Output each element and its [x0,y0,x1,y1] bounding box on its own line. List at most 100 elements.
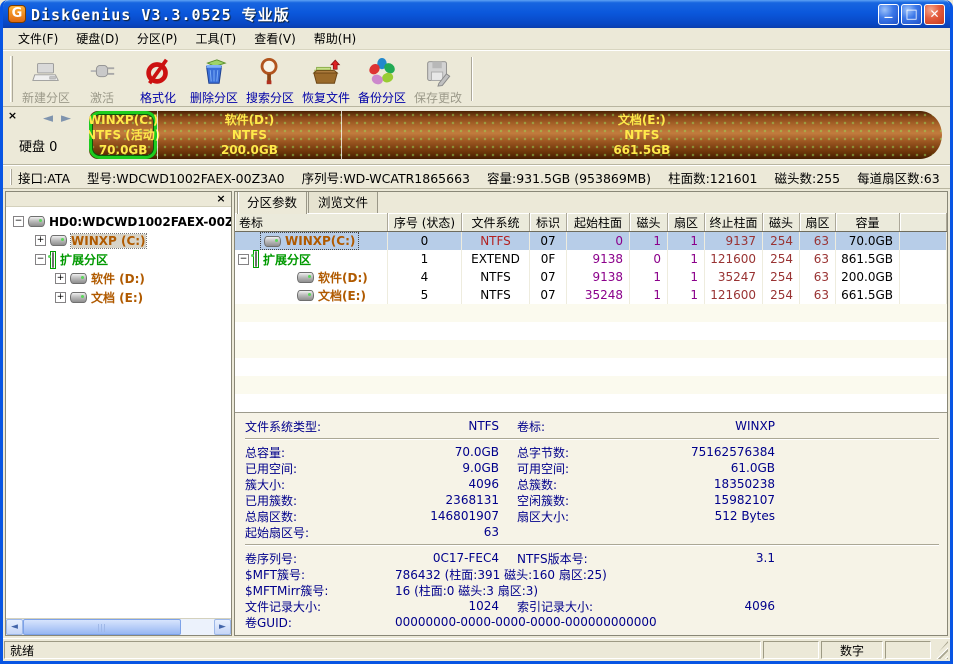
menu-partition[interactable]: 分区(P) [128,28,187,49]
toolbar-gripper[interactable] [10,56,13,102]
format-button[interactable]: 格式化 [130,53,186,105]
resize-grip[interactable] [933,641,948,659]
delete-partition-button[interactable]: 删除分区 [186,53,242,105]
partition-tree: HD0:WDCWD1002FAEX-00Z3A0 ( WINXP (C:) 扩展… [6,207,231,618]
recover-files-button[interactable]: 恢复文件 [298,53,354,105]
menu-help[interactable]: 帮助(H) [305,28,365,49]
tree-close-icon[interactable]: × [215,193,227,205]
detail-row: 总容量: 70.0GB 总字节数: 75162576384 [245,444,939,460]
tab-partition-params[interactable]: 分区参数 [237,191,307,214]
status-pane-1 [763,641,819,659]
col-filesystem[interactable]: 文件系统 [462,213,530,231]
tree-item-documents-e[interactable]: 文档 (E:) [6,288,231,307]
minimize-button[interactable] [878,4,899,25]
tab-browse-files[interactable]: 浏览文件 [308,191,378,213]
expand-icon[interactable] [55,273,66,284]
partition-icon [297,272,314,283]
main-area: × HD0:WDCWD1002FAEX-00Z3A0 ( WINXP (C:) … [3,189,950,638]
detail-row: 总扇区数: 146801907 扇区大小: 512 Bytes [245,508,939,524]
search-partition-button[interactable]: 搜索分区 [242,53,298,105]
detail-row: 起始扇区号: 63 [245,524,939,540]
prev-disk-arrow-icon[interactable]: ◄ [43,111,53,126]
partition-segment-d[interactable]: 软件(D:) NTFS 200.0GB [157,111,340,159]
disk-serial: 序列号:WD-WCATR1865663 [302,168,470,187]
content-panel: 分区参数 浏览文件 卷标 序号 (状态) 文件系统 标识 起始柱面 磁头 扇区 … [234,191,948,636]
scrollbar-thumb[interactable] [23,619,181,635]
tree-item-software-d[interactable]: 软件 (D:) [6,269,231,288]
menu-bar: 文件(F) 硬盘(D) 分区(P) 工具(T) 查看(V) 帮助(H) [3,28,950,50]
scroll-right-arrow-icon[interactable]: ► [214,619,231,635]
new-partition-button[interactable]: 新建分区 [18,53,74,105]
detail-row: 簇大小: 4096 总簇数: 18350238 [245,476,939,492]
detail-row: $MFT簇号: 786432 (柱面:391 磁头:160 扇区:25) [245,566,939,582]
col-start-head[interactable]: 磁头 [630,213,668,231]
disk-panel-close-icon[interactable]: × [6,110,19,123]
maximize-button[interactable] [901,4,922,25]
volume-label: 文档(E:) [318,287,366,304]
col-start-cylinder[interactable]: 起始柱面 [567,213,630,231]
activate-button[interactable]: 激活 [74,53,130,105]
close-button[interactable] [924,4,945,25]
expand-icon[interactable] [35,235,46,246]
tree-horizontal-scrollbar[interactable]: ◄ ► [6,618,231,635]
app-window: G DiskGenius V3.3.0525 专业版 文件(F) 硬盘(D) 分… [0,0,953,664]
new-partition-icon [31,57,61,90]
collapse-icon[interactable] [238,254,249,265]
tree-item-winxp-c[interactable]: WINXP (C:) [6,231,231,250]
partition-row-extended[interactable]: 扩展分区 1 EXTEND 0F 9138 0 1 121600 254 63 … [235,250,947,268]
backup-pie-icon [367,57,397,90]
toolbar-separator [471,57,473,101]
partition-row-software[interactable]: 软件(D:) 4 NTFS 07 9138 1 1 35247 254 63 2… [235,268,947,286]
disk-sectors-per-track: 每道扇区数:63 [857,168,940,187]
expand-icon[interactable] [55,292,66,303]
activate-plug-icon [87,57,117,90]
menu-view[interactable]: 查看(V) [245,28,305,49]
partition-name: WINXP(C:) [89,113,158,128]
menu-file[interactable]: 文件(F) [9,28,67,49]
partition-segment-c[interactable]: WINXP(C:) NTFS (活动) 70.0GB [89,111,157,159]
disk-capacity: 容量:931.5GB (953869MB) [487,168,651,187]
volume-label: 扩展分区 [263,251,311,268]
partition-size: 200.0GB [221,143,278,158]
infobar-gripper[interactable] [10,169,12,185]
detail-row: 文件系统类型: NTFS 卷标: WINXP [245,418,939,434]
menu-tools[interactable]: 工具(T) [187,28,246,49]
detail-row: 卷GUID: 00000000-0000-0000-0000-000000000… [245,614,939,630]
col-end-head[interactable]: 磁头 [763,213,800,231]
col-start-sector[interactable]: 扇区 [668,213,705,231]
col-volume[interactable]: 卷标 [235,213,388,231]
separator [245,544,939,546]
col-capacity[interactable]: 容量 [836,213,900,231]
disk-model: 型号:WDCWD1002FAEX-00Z3A0 [87,168,285,187]
col-id[interactable]: 标识 [530,213,567,231]
scrollbar-track[interactable] [23,619,214,635]
menu-disk[interactable]: 硬盘(D) [67,28,128,49]
tab-strip: 分区参数 浏览文件 [235,192,947,213]
tree-item-extended[interactable]: 扩展分区 [6,250,231,269]
volume-label: WINXP(C:) [285,234,355,248]
collapse-icon[interactable] [13,216,24,227]
next-disk-arrow-icon[interactable]: ► [61,111,71,126]
scroll-left-arrow-icon[interactable]: ◄ [6,619,23,635]
table-header: 卷标 序号 (状态) 文件系统 标识 起始柱面 磁头 扇区 终止柱面 磁头 扇区… [235,213,947,232]
save-changes-button[interactable]: 保存更改 [410,53,466,105]
partition-icon [50,235,67,246]
partition-segment-e[interactable]: 文档(E:) NTFS 661.5GB [341,111,942,159]
status-ready: 就绪 [4,641,761,659]
partition-size: 70.0GB [99,143,148,158]
backup-partition-button[interactable]: 备份分区 [354,53,410,105]
tree-header: × [6,192,231,207]
detail-row: 文件记录大小: 1024 索引记录大小: 4096 [245,598,939,614]
partition-row-winxp[interactable]: WINXP(C:) 0 NTFS 07 0 1 1 9137 254 63 70… [235,232,947,250]
disk-heads: 磁头数:255 [775,168,841,187]
disk-cylinders: 柱面数:121601 [668,168,757,187]
partition-row-documents[interactable]: 文档(E:) 5 NTFS 07 35248 1 1 121600 254 63… [235,286,947,304]
col-end-sector[interactable]: 扇区 [800,213,836,231]
collapse-icon[interactable] [35,254,46,265]
tree-item-disk[interactable]: HD0:WDCWD1002FAEX-00Z3A0 ( [6,212,231,231]
app-logo-icon: G [8,5,26,23]
col-index-status[interactable]: 序号 (状态) [388,213,462,231]
save-disk-icon [423,57,453,90]
col-end-cylinder[interactable]: 终止柱面 [705,213,763,231]
hard-disk-icon [28,216,45,227]
